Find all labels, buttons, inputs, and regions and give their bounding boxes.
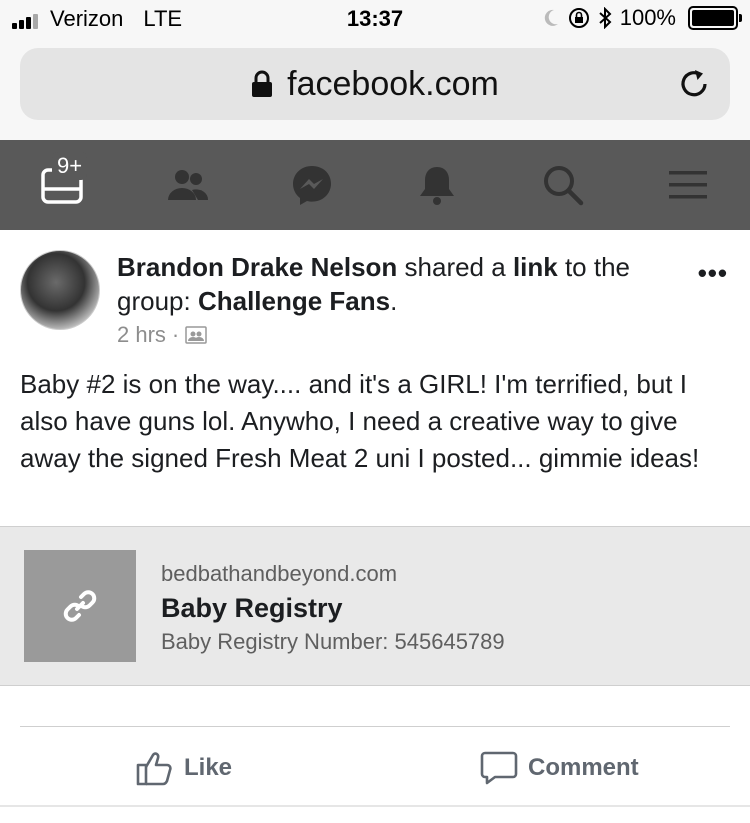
facebook-nav-bar: 9+: [0, 140, 750, 230]
status-bar: Verizon LTE 13:37 100%: [0, 0, 750, 40]
menu-icon[interactable]: [665, 162, 711, 208]
like-button[interactable]: Like: [136, 748, 232, 788]
lock-icon: [252, 70, 273, 97]
comment-button[interactable]: Comment: [480, 748, 639, 788]
shared-link-word[interactable]: link: [513, 252, 558, 282]
friends-icon[interactable]: [165, 162, 211, 208]
status-right: 100%: [542, 5, 742, 31]
browser-toolbar: facebook.com: [0, 40, 750, 140]
url-text: facebook.com: [287, 64, 499, 103]
notifications-icon[interactable]: [414, 162, 460, 208]
post-time[interactable]: 2 hrs: [117, 322, 166, 348]
search-icon[interactable]: [540, 162, 586, 208]
bottom-divider: [0, 805, 750, 807]
post-meta: 2 hrs ·: [117, 322, 207, 348]
moon-icon: [544, 9, 558, 26]
group-suffix: .: [390, 286, 398, 316]
thumbs-up-icon: [136, 752, 172, 786]
link-thumbnail[interactable]: [24, 550, 136, 662]
link-domain: bedbathandbeyond.com: [161, 561, 398, 586]
comment-label: Comment: [528, 754, 639, 781]
link-description: Baby Registry Number: 545645789: [161, 629, 505, 654]
to-the-text: to the: [557, 252, 631, 282]
action-text: shared a: [397, 252, 513, 282]
battery-icon: [688, 6, 742, 30]
messenger-icon[interactable]: [289, 162, 335, 208]
more-options-button[interactable]: •••: [698, 258, 728, 289]
like-label: Like: [184, 754, 233, 781]
group-prefix: group:: [117, 286, 198, 316]
link-title[interactable]: Baby Registry: [161, 593, 343, 624]
url-display[interactable]: facebook.com: [20, 48, 730, 120]
group-audience-icon: [185, 326, 207, 344]
reload-icon[interactable]: [676, 66, 712, 102]
group-name-link[interactable]: Challenge Fans: [198, 286, 390, 316]
avatar[interactable]: [20, 250, 100, 330]
divider: [20, 726, 730, 727]
battery-percent: 100%: [619, 5, 676, 30]
post-body: Baby #2 is on the way.... and it's a GIR…: [20, 369, 700, 473]
notification-badge: 9+: [52, 152, 88, 180]
rotation-lock-icon: [568, 8, 589, 28]
comment-icon: [480, 751, 518, 785]
link-icon: [63, 590, 97, 622]
author-name-link[interactable]: Brandon Drake Nelson: [117, 252, 397, 282]
bluetooth-icon: [599, 7, 612, 29]
post-header: Brandon Drake Nelson shared a link to th…: [0, 230, 750, 355]
meta-separator: ·: [171, 322, 180, 347]
post-header-text: Brandon Drake Nelson shared a link to th…: [117, 250, 677, 318]
link-preview-card[interactable]: bedbathandbeyond.com Baby Registry Baby …: [0, 526, 750, 686]
address-bar[interactable]: facebook.com: [20, 48, 730, 120]
